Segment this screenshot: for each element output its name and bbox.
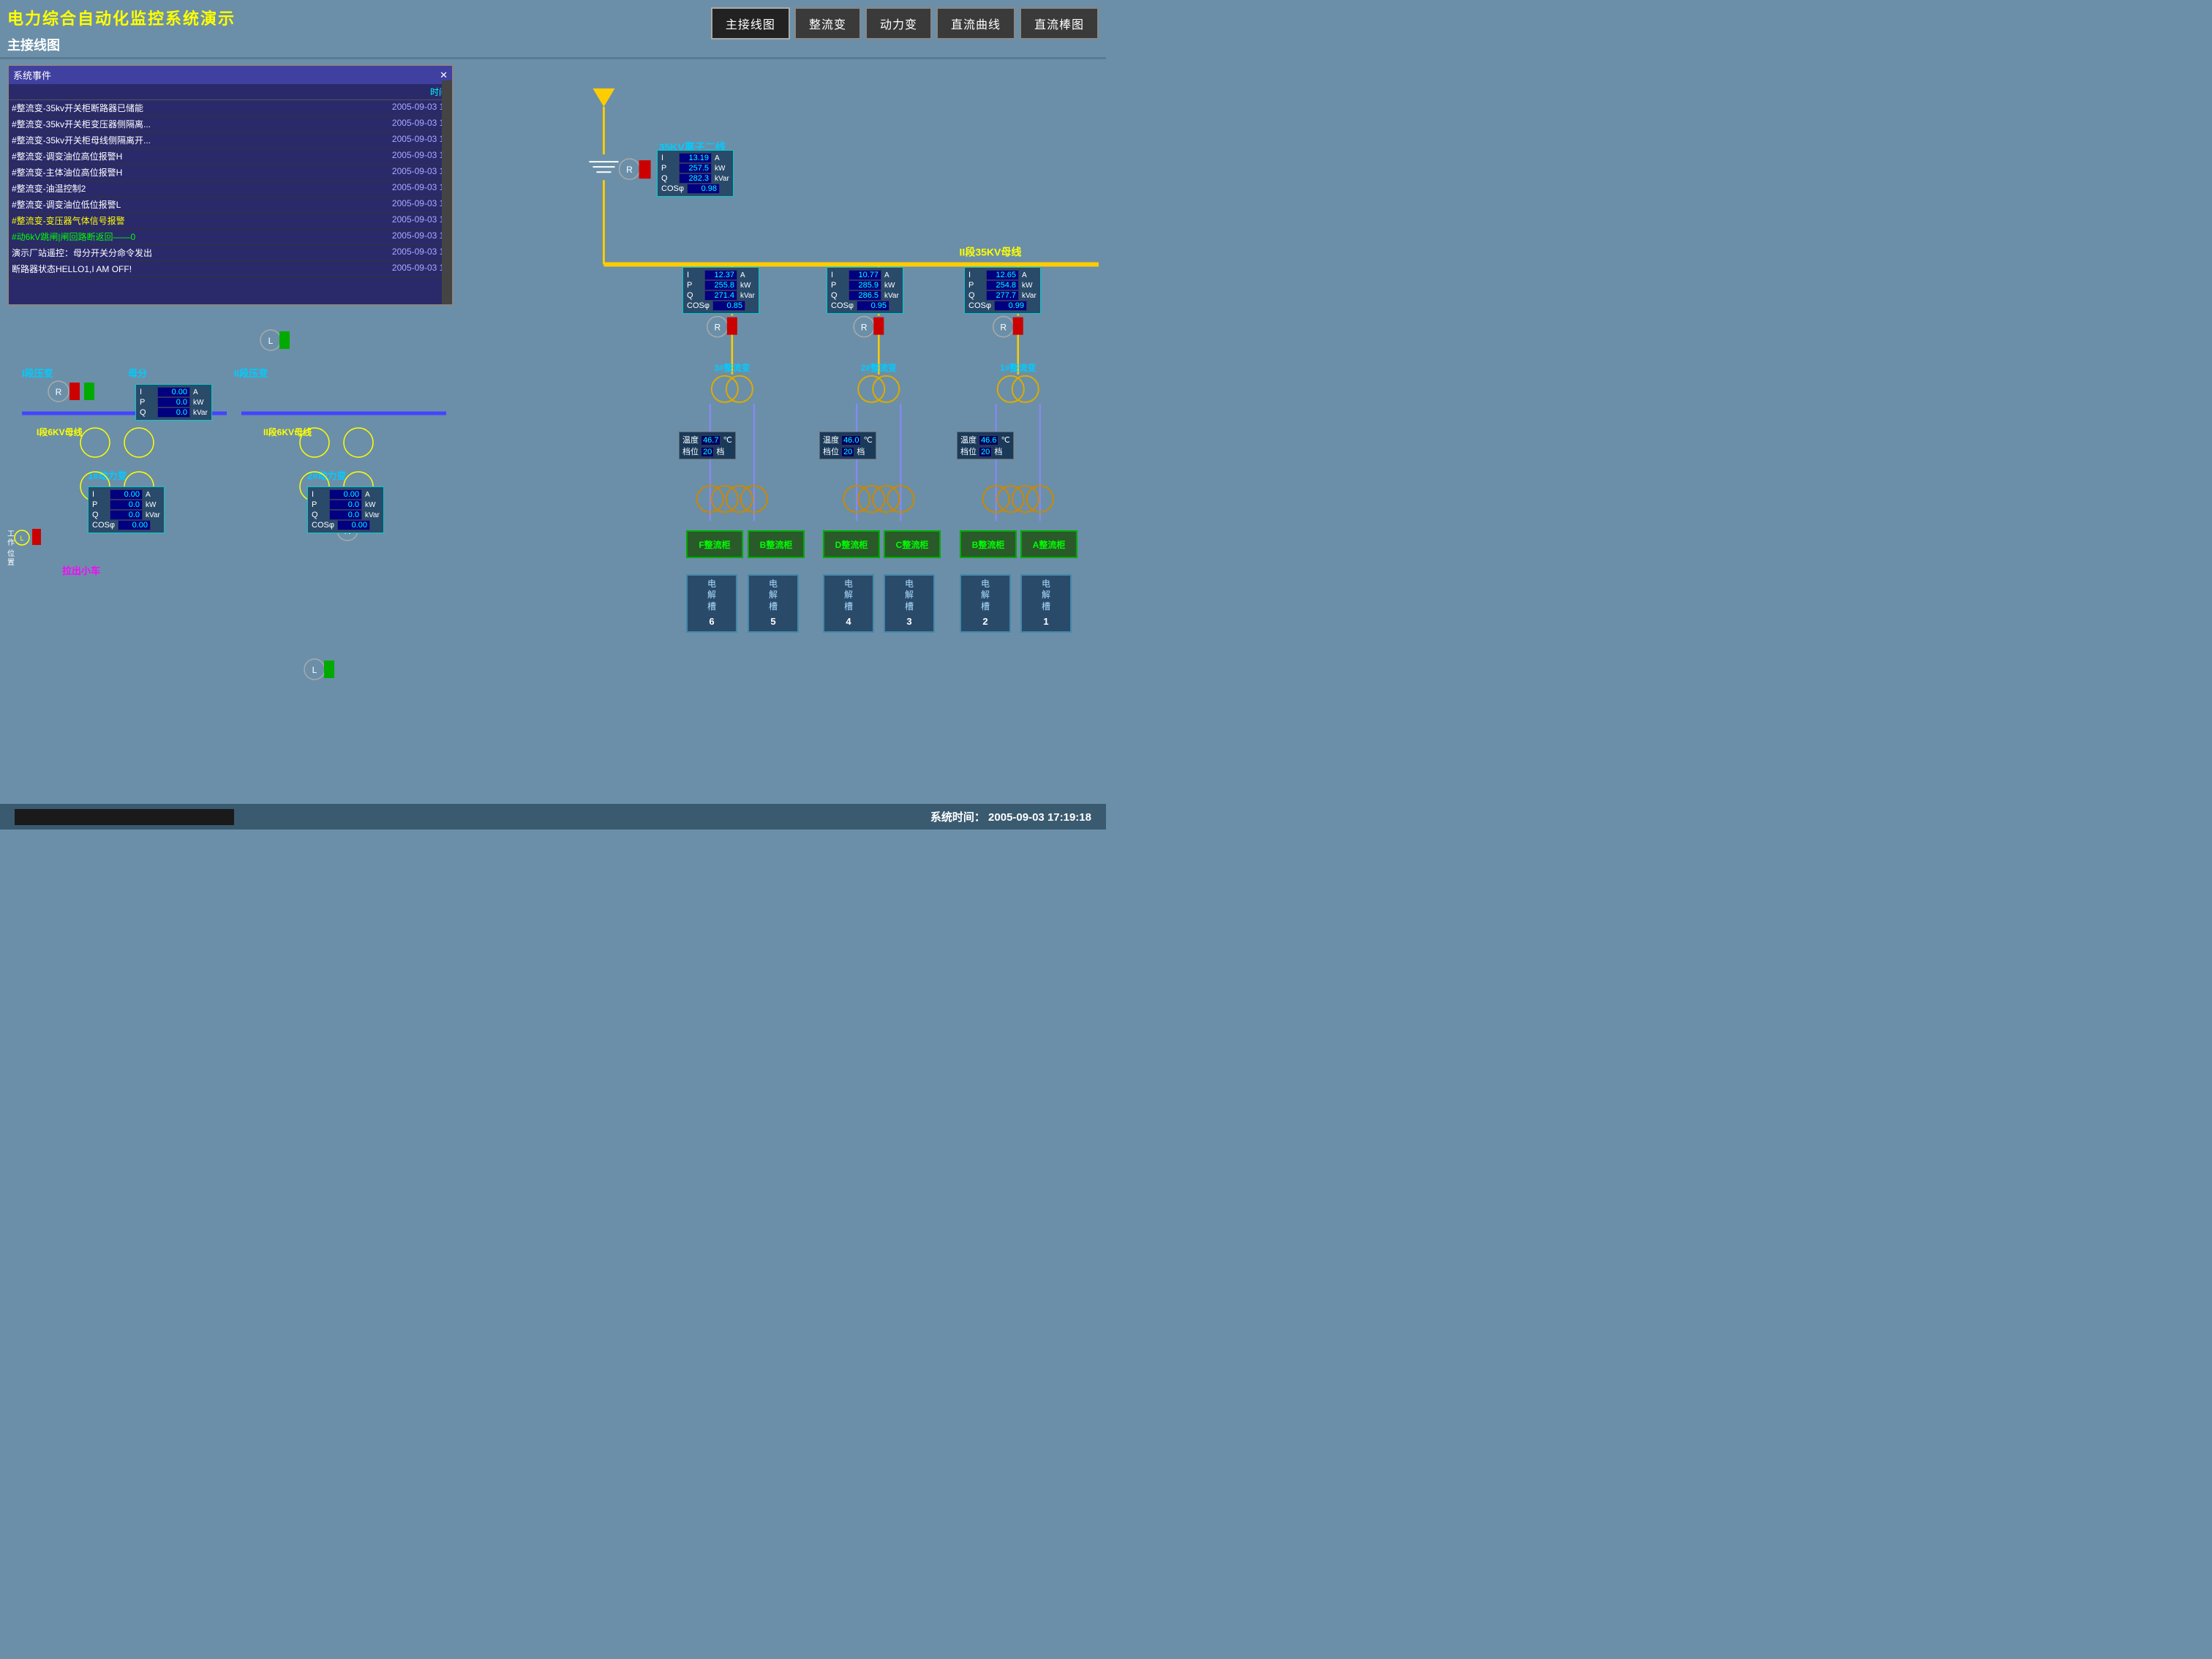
cabinet-F: F整流柜 [686, 530, 743, 558]
status-time: 系统时间： 2005-09-03 17:19:18 [930, 809, 1091, 824]
rectifier1-temp: 温度 46.6 ℃ 档位 20 档 [957, 432, 1014, 459]
line-info-box: I 13.19 A P 257.5 kW Q 282.3 kVar COSφ 0… [657, 150, 734, 197]
status-time-label: 系统时间： [930, 811, 985, 824]
rectifier3-temp: 温度 46.7 ℃ 档位 20 档 [679, 432, 736, 459]
svg-text:2#整流变: 2#整流变 [861, 362, 897, 373]
svg-text:工: 工 [7, 530, 15, 538]
cabinet-C: C整流柜 [884, 530, 941, 558]
svg-text:作: 作 [7, 538, 15, 547]
svg-text:R: R [1000, 323, 1007, 333]
svg-text:位: 位 [7, 549, 15, 558]
feed3-info-box: I 12.37 A P 255.8 kW Q 271.4 kVar COSφ 0… [682, 267, 759, 314]
dyn1-info-box: I 0.00 A P 0.0 kW Q 0.0 kVar COSφ 0.00 [88, 486, 165, 533]
main-diagram: R II段35KV母线 35KV离子二线 R 3#整流变 R 2#整流变 [461, 62, 1106, 804]
rectifier2-temp: 温度 46.0 ℃ 档位 20 档 [819, 432, 876, 459]
app-title: 电力综合自动化监控系统演示 [7, 6, 236, 29]
tank-1: 电 解 槽 1 [1020, 574, 1072, 633]
feed1-info-box: I 12.65 A P 254.8 kW Q 277.7 kVar COSφ 0… [964, 267, 1041, 314]
nav-btn-rectifier[interactable]: 整流变 [794, 7, 861, 40]
switch-incoming-red [639, 160, 651, 178]
cabinet-A: A整流柜 [1020, 530, 1077, 558]
tank-5: 电 解 槽 5 [748, 574, 799, 633]
svg-text:置: 置 [7, 558, 15, 567]
status-bar: 系统时间： 2005-09-03 17:19:18 [0, 804, 1106, 830]
svg-text:R: R [861, 323, 868, 333]
cabinet-D: D整流柜 [823, 530, 880, 558]
r-label-incoming: R [626, 165, 633, 175]
feed2-info-box: I 10.77 A P 285.9 kW Q 286.5 kVar COSφ 0… [827, 267, 903, 314]
svg-text:L: L [312, 665, 317, 675]
svg-text:I段6KV母线: I段6KV母线 [37, 426, 83, 437]
tank-3: 电 解 槽 3 [884, 574, 935, 633]
left-diagram: I段压变 R 母分 I段6KV母线 II段压变 II段6KV母线 1#动力变 2… [0, 62, 461, 804]
cabinet-B2: B整流柜 [960, 530, 1017, 558]
cabinet-B5: B整流柜 [748, 530, 805, 558]
svg-text:II段压变: II段压变 [234, 368, 268, 379]
svg-text:I段压变: I段压变 [22, 368, 53, 379]
svg-text:L: L [20, 535, 23, 542]
svg-text:母分: 母分 [128, 368, 147, 379]
svg-text:R: R [714, 323, 721, 333]
nav-btn-main[interactable]: 主接线图 [711, 7, 790, 40]
status-left-block [15, 809, 234, 825]
incoming-triangle [592, 89, 614, 107]
page-subtitle: 主接线图 [7, 35, 60, 54]
nav-btn-power[interactable]: 动力变 [865, 7, 932, 40]
dyn2-info-box: I 0.00 A P 0.0 kW Q 0.0 kVar COSφ 0.00 [307, 486, 384, 533]
tank-2: 电 解 槽 2 [960, 574, 1011, 633]
nav-btn-dc-bar[interactable]: 直流棒图 [1020, 7, 1099, 40]
tank-6: 电 解 槽 6 [686, 574, 737, 633]
svg-text:R: R [56, 387, 62, 397]
seg-info-box: I 0.00 A P 0.0 kW Q 0.0 kVar [135, 384, 212, 421]
tank-4: 电 解 槽 4 [823, 574, 874, 633]
svg-text:3#整流变: 3#整流变 [714, 362, 750, 373]
nav-bar: 主接线图 整流变 动力变 直流曲线 直流棒图 [711, 7, 1099, 40]
nav-btn-dc-curve[interactable]: 直流曲线 [936, 7, 1015, 40]
header-divider [0, 57, 1106, 59]
bus-35kv-label: II段35KV母线 [960, 246, 1022, 257]
svg-text:拉出小车: 拉出小车 [62, 565, 100, 576]
left-svg: I段压变 R 母分 I段6KV母线 II段压变 II段6KV母线 1#动力变 2… [0, 62, 461, 794]
status-time-value: 2005-09-03 17:19:18 [988, 811, 1091, 824]
svg-text:1#整流变: 1#整流变 [1000, 362, 1036, 373]
svg-text:L: L [268, 336, 274, 346]
